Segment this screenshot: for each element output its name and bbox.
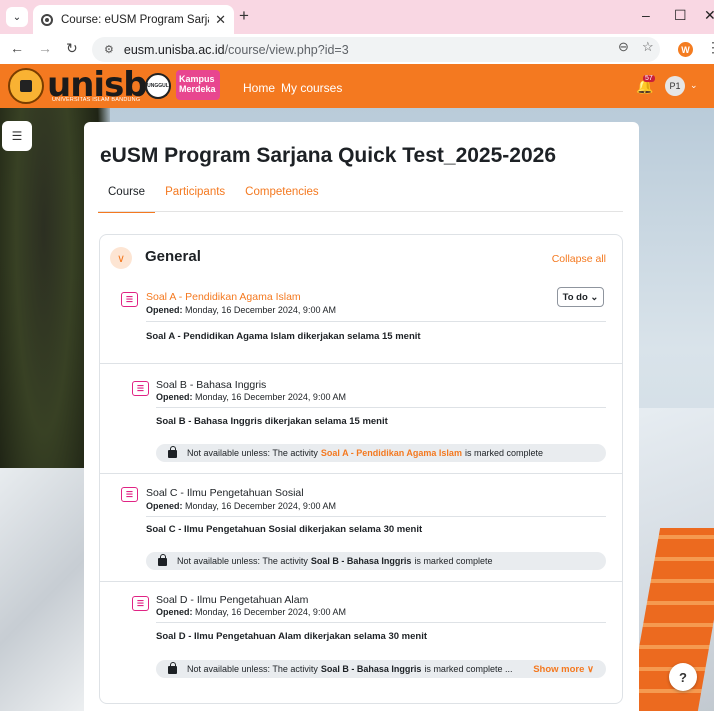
course-tabs: Course Participants Competencies bbox=[98, 186, 329, 213]
activity-a-description: Soal A - Pendidikan Agama Islam dikerjak… bbox=[146, 331, 421, 342]
course-card: eUSM Program Sarjana Quick Test_2025-202… bbox=[84, 122, 639, 711]
collapse-all-link[interactable]: Collapse all bbox=[552, 253, 606, 265]
todo-dropdown-button[interactable]: To do ⌄ bbox=[557, 287, 604, 307]
activity-d-description: Soal D - Ilmu Pengetahuan Alam dikerjaka… bbox=[156, 631, 428, 642]
activity-b-opened: Opened: Monday, 16 December 2024, 9:00 A… bbox=[156, 392, 346, 402]
new-tab-icon[interactable]: + bbox=[239, 6, 249, 26]
activity-c-opened: Opened: Monday, 16 December 2024, 9:00 A… bbox=[146, 501, 336, 511]
activity-d-opened: Opened: Monday, 16 December 2024, 9:00 A… bbox=[156, 607, 346, 617]
url-path: /course/view.php?id=3 bbox=[224, 42, 349, 57]
url-domain: eusm.unisba.ac.id bbox=[123, 42, 225, 57]
tab-competencies[interactable]: Competencies bbox=[235, 186, 329, 213]
kampus-merdeka-logo: Kampus Merdeka bbox=[176, 70, 220, 100]
restriction-activity-name: Soal B - Bahasa Inggris bbox=[310, 556, 412, 566]
bookmark-star-icon[interactable]: ☆ bbox=[642, 39, 654, 55]
quiz-icon: ☰ bbox=[132, 381, 149, 396]
tab-course[interactable]: Course bbox=[98, 186, 156, 213]
url-field[interactable]: ⚙ eusm.unisba.ac.id/course/view.php?id=3 bbox=[92, 37, 660, 62]
minimize-icon[interactable]: – bbox=[642, 7, 650, 23]
site-info-icon[interactable]: ⚙ bbox=[104, 43, 114, 56]
activity-a-opened: Opened: Monday, 16 December 2024, 9:00 A… bbox=[146, 305, 336, 315]
profile-avatar[interactable]: W bbox=[678, 42, 693, 57]
activity-d-restriction: Not available unless: The activity Soal … bbox=[156, 660, 606, 678]
activity-b-divider bbox=[156, 407, 606, 408]
activity-c-restriction: Not available unless: The activity Soal … bbox=[146, 552, 606, 570]
browser-menu-icon[interactable]: ⋮ bbox=[706, 39, 714, 56]
section-collapse-chevron-icon[interactable]: ∨ bbox=[110, 247, 132, 269]
restriction-activity-link[interactable]: Soal A - Pendidikan Agama Islam bbox=[321, 448, 462, 458]
close-window-icon[interactable]: ✕ bbox=[704, 7, 714, 24]
tab-title: Course: eUSM Program Sarjana bbox=[61, 13, 209, 26]
maximize-icon[interactable]: ☐ bbox=[674, 7, 687, 24]
show-more-button[interactable]: Show more ∨ bbox=[533, 664, 594, 675]
browser-tab-strip: ⌄ Course: eUSM Program Sarjana ✕ + – ☐ ✕ bbox=[0, 0, 714, 34]
tab-favicon-icon bbox=[41, 13, 53, 26]
nav-my-courses-link[interactable]: My courses bbox=[281, 81, 342, 95]
activity-b-restriction: Not available unless: The activity Soal … bbox=[156, 444, 606, 462]
logo-subtext: UNIVERSITAS ISLAM BANDUNG bbox=[52, 97, 141, 103]
quiz-icon: ☰ bbox=[121, 292, 138, 307]
lock-icon bbox=[168, 446, 177, 458]
user-avatar[interactable]: P1 bbox=[665, 76, 685, 96]
activity-b-description: Soal B - Bahasa Inggris dikerjakan selam… bbox=[156, 416, 388, 427]
back-icon[interactable]: ← bbox=[10, 40, 24, 56]
activity-a-divider bbox=[146, 321, 606, 322]
activity-c-name[interactable]: Soal C - Ilmu Pengetahuan Sosial bbox=[146, 487, 304, 499]
university-seal-logo bbox=[8, 68, 44, 104]
reload-icon[interactable]: ↻ bbox=[66, 40, 78, 57]
quiz-icon: ☰ bbox=[121, 487, 138, 502]
site-navbar: unisba UNIVERSITAS ISLAM BANDUNG UNGGUL … bbox=[0, 64, 714, 108]
activity-separator bbox=[100, 473, 622, 474]
tab-close-icon[interactable]: ✕ bbox=[215, 12, 226, 28]
tabs-divider bbox=[98, 211, 623, 212]
address-bar: ← → ↻ ⚙ eusm.unisba.ac.id/course/view.ph… bbox=[0, 34, 714, 64]
browser-tab[interactable]: Course: eUSM Program Sarjana ✕ bbox=[33, 5, 234, 34]
quiz-icon: ☰ bbox=[132, 596, 149, 611]
forward-icon[interactable]: → bbox=[38, 40, 52, 56]
course-index-drawer-icon[interactable]: ☰ bbox=[2, 121, 32, 151]
activity-d-divider bbox=[156, 622, 606, 623]
activity-c-description: Soal C - Ilmu Pengetahuan Sosial dikerja… bbox=[146, 524, 423, 535]
unggul-badge-logo: UNGGUL bbox=[145, 73, 171, 99]
section-title: General bbox=[145, 248, 201, 265]
activity-separator bbox=[100, 581, 622, 582]
tab-search-icon[interactable]: ⌄ bbox=[6, 7, 28, 27]
zoom-icon[interactable]: ⊖ bbox=[618, 39, 629, 55]
activity-separator bbox=[100, 363, 622, 364]
tab-participants[interactable]: Participants bbox=[155, 186, 235, 213]
restriction-activity-name: Soal B - Bahasa Inggris bbox=[320, 664, 422, 674]
notification-count-badge: 57 bbox=[643, 75, 655, 82]
user-menu-chevron-icon[interactable]: ⌄ bbox=[690, 80, 698, 91]
activity-a-link[interactable]: Soal A - Pendidikan Agama Islam bbox=[146, 291, 301, 303]
section-general: ∨ General Collapse all ☰ Soal A - Pendid… bbox=[99, 234, 623, 704]
activity-b-name[interactable]: Soal B - Bahasa Inggris bbox=[156, 379, 266, 391]
nav-home-link[interactable]: Home bbox=[243, 81, 275, 95]
page-title: eUSM Program Sarjana Quick Test_2025-202… bbox=[100, 144, 557, 167]
activity-c-divider bbox=[146, 516, 606, 517]
activity-d-name[interactable]: Soal D - Ilmu Pengetahuan Alam bbox=[156, 594, 308, 606]
lock-icon bbox=[168, 662, 177, 674]
help-button[interactable]: ? bbox=[669, 663, 697, 691]
lock-icon bbox=[158, 554, 167, 566]
